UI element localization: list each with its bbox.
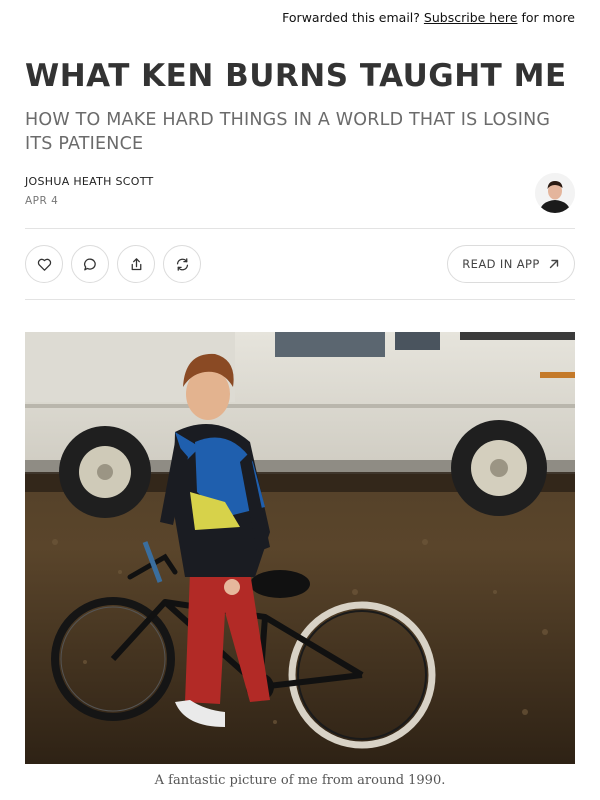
like-button[interactable] bbox=[25, 245, 63, 283]
divider-bottom bbox=[25, 299, 575, 300]
forward-prefix: Forwarded this email? bbox=[282, 10, 420, 25]
post-date: APR 4 bbox=[25, 195, 59, 207]
comment-button[interactable] bbox=[71, 245, 109, 283]
forward-suffix: for more bbox=[521, 10, 575, 25]
share-icon bbox=[131, 257, 141, 270]
arrow-up-right-icon bbox=[549, 259, 558, 269]
divider-top bbox=[25, 228, 575, 229]
share-button[interactable] bbox=[117, 245, 155, 283]
subscribe-link[interactable]: Subscribe here bbox=[424, 10, 518, 25]
avatar[interactable] bbox=[535, 173, 575, 213]
forward-bar: Forwarded this email? Subscribe here for… bbox=[282, 10, 575, 25]
photo-caption: A fantastic picture of me from around 19… bbox=[154, 773, 446, 788]
restack-button[interactable] bbox=[163, 245, 201, 283]
comment-icon bbox=[83, 258, 96, 270]
heart-icon bbox=[37, 258, 51, 271]
author-name[interactable]: JOSHUA HEATH SCOTT bbox=[25, 175, 154, 188]
restack-icon bbox=[176, 257, 188, 271]
post-photo[interactable] bbox=[25, 332, 575, 764]
post-title: WHAT KEN BURNS TAUGHT ME bbox=[25, 58, 567, 94]
photo-boy-with-bicycle bbox=[25, 332, 575, 764]
read-in-app-button[interactable]: READ IN APP bbox=[447, 245, 575, 283]
read-in-app-label: READ IN APP bbox=[462, 257, 540, 271]
post-subtitle: HOW TO MAKE HARD THINGS IN A WORLD THAT … bbox=[25, 110, 551, 154]
